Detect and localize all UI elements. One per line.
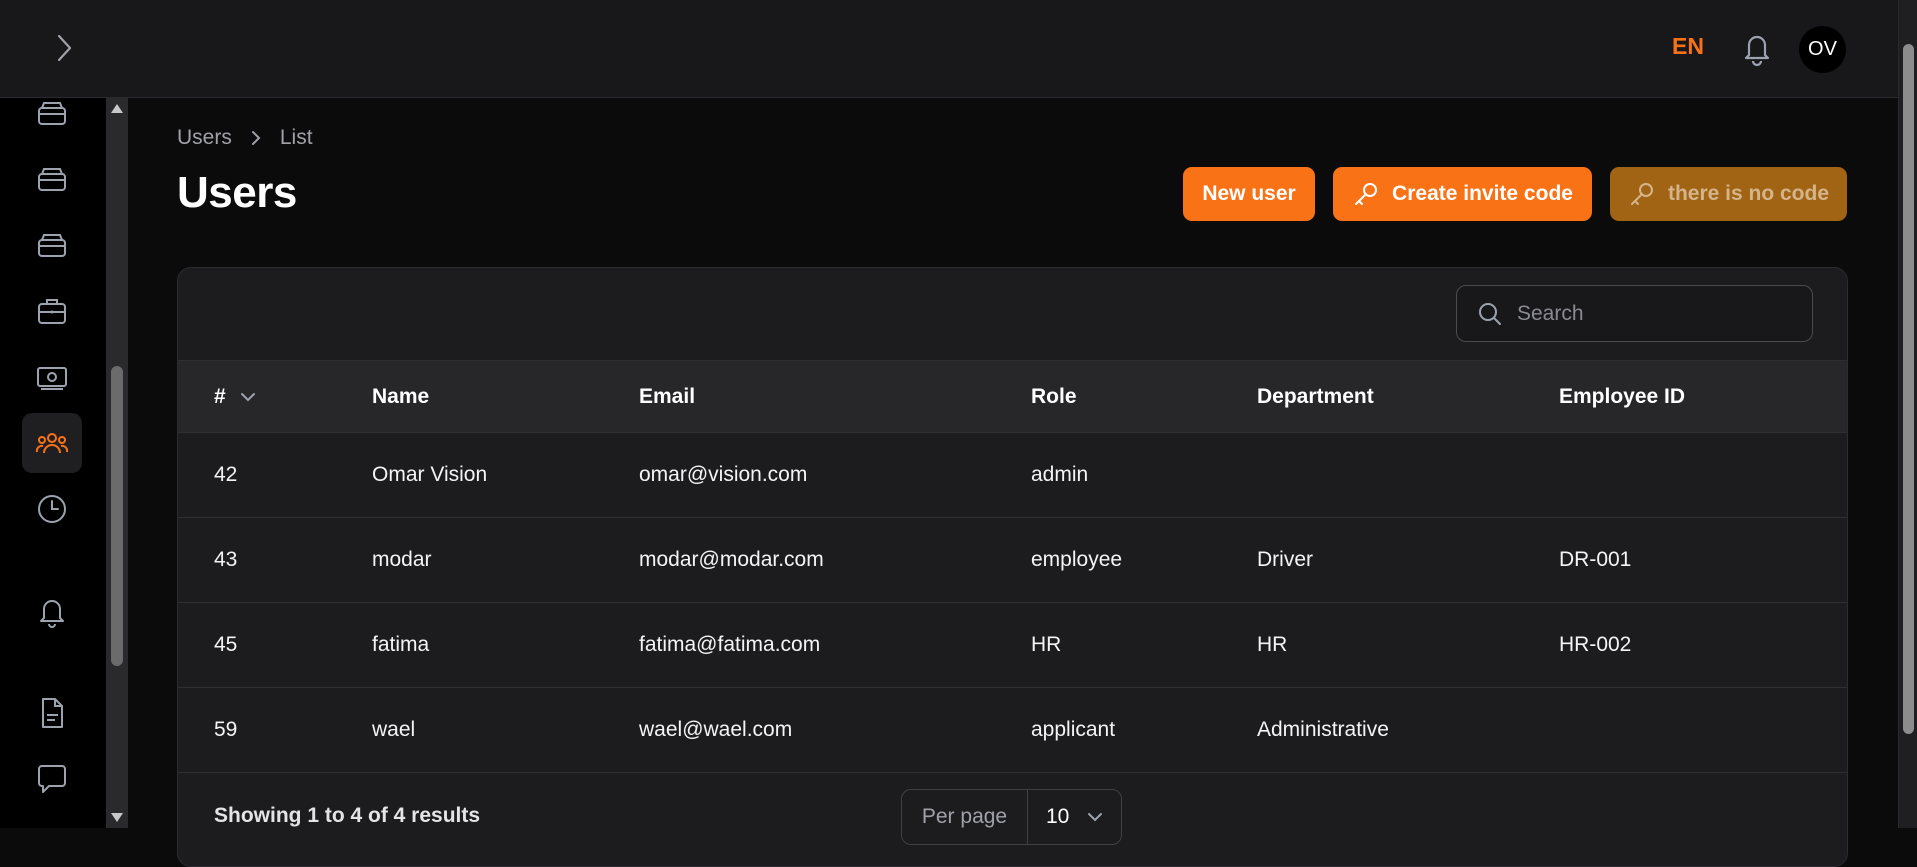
user-avatar[interactable]: OV [1799, 26, 1846, 73]
page-scrollbar-thumb[interactable] [1903, 44, 1914, 734]
search-icon [1479, 302, 1501, 325]
sidebar-item-notifications[interactable] [22, 581, 82, 641]
cell-name: wael [372, 718, 416, 741]
sidebar-item-stack-1[interactable] [22, 83, 82, 143]
table-row[interactable]: 59 wael wael@wael.com applicant Administ… [178, 688, 1847, 773]
language-switcher[interactable]: EN [1672, 33, 1704, 60]
create-invite-code-label: Create invite code [1392, 182, 1573, 205]
per-page-value: 10 [1046, 805, 1070, 828]
create-invite-code-button[interactable]: Create invite code [1333, 167, 1592, 221]
document-icon [42, 698, 63, 728]
column-header-role: Role [1031, 385, 1077, 408]
sidebar-item-stack-3[interactable] [22, 215, 82, 275]
cell-id: 42 [214, 463, 238, 486]
no-code-button[interactable]: there is no code [1610, 167, 1847, 221]
key-icon [1630, 183, 1653, 205]
new-user-button[interactable]: New user [1183, 167, 1315, 221]
briefcase-icon [38, 299, 66, 324]
users-group-icon [35, 433, 69, 454]
sidebar-item-payroll[interactable] [22, 347, 82, 407]
cell-role: applicant [1031, 718, 1116, 741]
cell-employee-id: DR-001 [1559, 548, 1632, 571]
scroll-down-arrow-icon[interactable] [111, 813, 123, 822]
top-bar: EN OV [0, 0, 1917, 98]
cell-role: HR [1031, 633, 1062, 656]
per-page-select[interactable]: Per page 10 [901, 789, 1122, 845]
breadcrumb-users[interactable]: Users [177, 126, 232, 150]
cell-email: modar@modar.com [639, 548, 824, 571]
table-row[interactable]: 43 modar modar@modar.com employee Driver… [178, 518, 1847, 603]
sidebar-item-users[interactable] [22, 413, 82, 473]
sidebar-item-stack-2[interactable] [22, 149, 82, 209]
sidebar [0, 98, 106, 828]
cell-role: employee [1031, 548, 1123, 571]
banknotes-icon [37, 367, 67, 390]
column-header-name: Name [372, 385, 430, 408]
sidebar-item-attendance[interactable] [22, 479, 82, 539]
table-row[interactable]: 42 Omar Vision omar@vision.com admin [178, 433, 1847, 518]
cell-name: fatima [372, 633, 430, 656]
column-header-email: Email [639, 385, 696, 408]
breadcrumb: Users List [177, 126, 313, 150]
cell-role: admin [1031, 463, 1089, 486]
column-header-employee-id: Employee ID [1559, 385, 1686, 408]
table-row[interactable]: 45 fatima fatima@fatima.com HR HR HR-002 [178, 603, 1847, 688]
chevron-down-icon [240, 393, 255, 402]
cell-name: Omar Vision [372, 463, 488, 486]
bell-icon [40, 600, 64, 628]
notifications-button[interactable] [1740, 30, 1774, 67]
no-code-label: there is no code [1667, 182, 1830, 205]
sidebar-scrollbar[interactable] [106, 98, 128, 828]
bell-icon [1744, 35, 1770, 67]
cell-email: omar@vision.com [639, 463, 808, 486]
per-page-label: Per page [902, 790, 1028, 844]
sidebar-scrollbar-thumb[interactable] [111, 366, 123, 666]
chevron-right-icon [251, 131, 261, 145]
inbox-stack-icon [38, 102, 66, 125]
inbox-stack-icon [38, 168, 66, 191]
column-header-id-label: # [214, 385, 226, 408]
cell-employee-id: HR-002 [1559, 633, 1632, 656]
breadcrumb-list: List [279, 126, 313, 149]
users-table-card: # Name Email Role Department Employee ID… [177, 267, 1848, 867]
scroll-up-arrow-icon[interactable] [111, 104, 123, 113]
inbox-stack-icon [38, 234, 66, 257]
page-scrollbar[interactable] [1898, 0, 1917, 828]
page-title: Users [177, 168, 297, 217]
table-header: # Name Email Role Department Employee ID [178, 360, 1847, 433]
clock-icon [38, 495, 66, 523]
sidebar-item-messages[interactable] [22, 749, 82, 809]
sidebar-item-documents[interactable] [22, 683, 82, 743]
per-page-dropdown[interactable]: 10 [1028, 790, 1121, 844]
search-field[interactable] [1456, 285, 1813, 342]
cell-name: modar [372, 548, 432, 571]
sidebar-item-jobs[interactable] [22, 281, 82, 341]
expand-sidebar-button[interactable] [48, 30, 80, 66]
cell-id: 45 [214, 633, 238, 656]
pagination-summary: Showing 1 to 4 of 4 results [214, 804, 481, 827]
new-user-label: New user [1202, 182, 1296, 205]
cell-email: wael@wael.com [639, 718, 793, 741]
column-header-id[interactable]: # [214, 385, 256, 409]
cell-department: Administrative [1257, 718, 1389, 741]
column-header-department: Department [1257, 385, 1374, 408]
key-icon [1355, 183, 1378, 205]
cell-id: 43 [214, 548, 238, 571]
cell-department: HR [1257, 633, 1288, 656]
cell-department: Driver [1257, 548, 1313, 571]
cell-email: fatima@fatima.com [639, 633, 821, 656]
chevron-down-icon [1088, 813, 1102, 822]
cell-id: 59 [214, 718, 238, 741]
chat-bubble-icon [38, 765, 66, 793]
chevron-right-icon [57, 34, 72, 62]
search-input[interactable] [1517, 301, 1787, 326]
